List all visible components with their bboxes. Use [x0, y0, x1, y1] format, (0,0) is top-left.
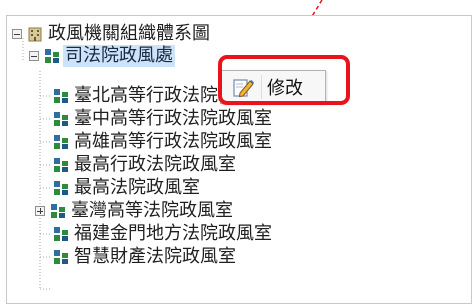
- context-menu: 修改: [220, 70, 326, 104]
- tree-node-child[interactable]: 福建金門地方法院政風室: [53, 223, 272, 245]
- menu-item-label: 修改: [267, 78, 303, 99]
- collapse-toggle[interactable]: [12, 29, 22, 39]
- org-chart-icon: [54, 227, 68, 241]
- edit-pencil-icon: [233, 79, 254, 98]
- org-chart-icon: [54, 89, 68, 103]
- tree-node-label: 臺中高等行政法院政風室: [74, 108, 272, 129]
- tree-node-child[interactable]: 臺中高等行政法院政風室: [53, 108, 272, 130]
- org-tree-panel: 政風機關組織體系圖 司法院政風處 臺北高等行政法院政風室 臺中高等行政法院政風室: [6, 15, 472, 304]
- tree-node-label: 福建金門地方法院政風室: [74, 223, 272, 244]
- org-chart-icon: [54, 181, 68, 195]
- tree-node-child[interactable]: 最高行政法院政風室: [53, 154, 236, 176]
- org-chart-icon: [54, 112, 68, 126]
- tree-node-root[interactable]: 政風機關組織體系圖: [12, 23, 210, 45]
- tree-node-child-expandable[interactable]: 臺灣高等法院政風室: [35, 200, 233, 222]
- menu-item-edit[interactable]: 修改: [221, 71, 325, 103]
- collapse-toggle[interactable]: [29, 51, 39, 61]
- tree-node-label: 政風機關組織體系圖: [48, 23, 210, 44]
- menu-icon-separator: [261, 75, 262, 99]
- tree-node-label: 最高法院政風室: [74, 177, 200, 198]
- org-chart-icon: [54, 158, 68, 172]
- tree-node-judicial-yuan[interactable]: 司法院政風處: [29, 45, 175, 67]
- tree-node-label: 智慧財產法院政風室: [74, 246, 236, 267]
- tree-node-child[interactable]: 高雄高等行政法院政風室: [53, 131, 272, 153]
- org-chart-icon: [51, 204, 65, 218]
- org-chart-icon: [54, 250, 68, 264]
- tree-node-label: 最高行政法院政風室: [74, 154, 236, 175]
- tree-node-label: 高雄高等行政法院政風室: [74, 131, 272, 152]
- org-chart-icon: [54, 135, 68, 149]
- tree-node-child[interactable]: 最高法院政風室: [53, 177, 200, 199]
- tree-node-child[interactable]: 智慧財產法院政風室: [53, 246, 236, 268]
- tree-node-label: 臺灣高等法院政風室: [71, 200, 233, 221]
- org-chart-icon: [45, 49, 59, 63]
- expand-toggle[interactable]: [35, 206, 45, 216]
- tree-node-label: 司法院政風處: [63, 45, 175, 67]
- building-icon: [28, 27, 42, 42]
